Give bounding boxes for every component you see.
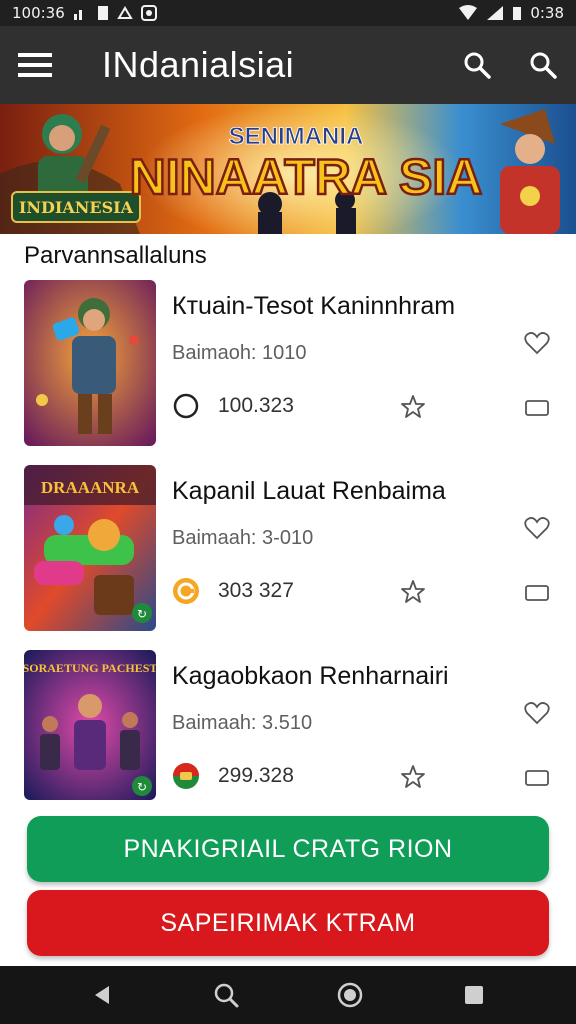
game-stat: 299.328 xyxy=(218,764,294,787)
nav-home-button[interactable] xyxy=(320,966,380,1024)
game-title: Kapanil Lauat Renbaima xyxy=(172,477,446,505)
orange-badge-icon xyxy=(173,578,199,604)
wifi-icon xyxy=(459,5,478,20)
card-icon[interactable] xyxy=(524,583,550,603)
game-stat: 100.323 xyxy=(218,394,294,417)
search-icon xyxy=(464,52,491,79)
game-thumbnail[interactable]: DRAAANRA ↻ xyxy=(24,465,156,631)
star-icon[interactable] xyxy=(400,764,426,790)
signal-icon xyxy=(487,6,504,20)
signal-icon xyxy=(73,10,82,20)
hamburger-menu-icon xyxy=(18,53,52,77)
heart-icon[interactable] xyxy=(524,515,550,541)
thumbnail-label: DRAAANRA xyxy=(41,478,140,497)
card-icon[interactable] xyxy=(524,768,550,788)
list-item[interactable]: Ктuain-Tesot Kaninnhram Baimaoh: 1010 10… xyxy=(0,280,576,450)
back-icon xyxy=(95,986,109,1004)
card-icon[interactable] xyxy=(524,398,550,418)
notification-icon xyxy=(117,6,133,19)
system-nav-bar xyxy=(0,966,576,1024)
svg-text:↻: ↻ xyxy=(137,607,147,621)
search-icon xyxy=(214,983,239,1008)
game-title: Kagaobkaon Renharnairi xyxy=(172,662,449,690)
list-item[interactable]: SORAETUNG PACHEST ↻ Kagaobkaon Renharnai… xyxy=(0,650,576,820)
game-title: Ктuain-Tesot Kaninnhram xyxy=(172,292,456,320)
heart-icon[interactable] xyxy=(524,330,550,356)
nav-recents-button[interactable] xyxy=(444,966,504,1024)
game-subtitle: Baimaoh: 1010 xyxy=(172,342,307,364)
secondary-action-button[interactable]: SAPEIRIMAK KTRAM xyxy=(27,890,549,956)
game-thumbnail[interactable] xyxy=(24,280,156,446)
battery-icon xyxy=(513,7,522,20)
app-title: INdanialsiai xyxy=(102,44,295,85)
game-stat: 303 327 xyxy=(218,579,294,602)
status-bar: 100:36 0:38 xyxy=(0,0,576,26)
banner-badge: INDIANESIA xyxy=(19,198,134,217)
primary-action-button[interactable]: PNAKIGRIAIL CRATG RION xyxy=(27,816,549,882)
game-artwork: DRAAANRA ↻ xyxy=(24,465,156,631)
status-clock: 0:38 xyxy=(530,4,564,22)
app-bar: INdanialsiai xyxy=(0,26,576,104)
game-artwork xyxy=(24,280,156,446)
svg-text:↻: ↻ xyxy=(137,780,147,794)
section-title: Parvannsallaluns xyxy=(24,242,207,269)
menu-button[interactable] xyxy=(0,26,70,104)
heart-icon[interactable] xyxy=(524,700,550,726)
star-icon[interactable] xyxy=(400,579,426,605)
recents-icon xyxy=(465,986,483,1004)
nav-back-button[interactable] xyxy=(72,966,132,1024)
star-icon[interactable] xyxy=(400,394,426,420)
game-thumbnail[interactable]: SORAETUNG PACHEST ↻ xyxy=(24,650,156,800)
thumbnail-label: SORAETUNG PACHEST xyxy=(24,661,156,675)
list-item[interactable]: DRAAANRA ↻ Kapanil Lauat Renbaima Baimaa… xyxy=(0,465,576,635)
banner-artwork: INDIANESIA SENIMANIA NINAATRA SIA xyxy=(0,104,576,234)
home-icon xyxy=(337,982,363,1008)
search-button-secondary[interactable] xyxy=(510,26,576,104)
promo-banner[interactable]: INDIANESIA SENIMANIA NINAATRA SIA xyxy=(0,104,576,234)
nav-search-button[interactable] xyxy=(196,966,256,1024)
game-subtitle: Baimaah: 3.510 xyxy=(172,712,313,734)
banner-tagline: SENIMANIA xyxy=(229,123,364,150)
battery-icon xyxy=(97,6,108,20)
game-subtitle: Baimaah: 3-010 xyxy=(172,527,314,549)
game-artwork: SORAETUNG PACHEST ↻ xyxy=(24,650,156,800)
search-button[interactable] xyxy=(444,26,510,104)
flag-badge-icon xyxy=(173,763,199,789)
circle-outline-icon xyxy=(173,393,199,419)
status-time: 100:36 xyxy=(12,4,65,22)
search-icon xyxy=(530,52,557,79)
app-icon xyxy=(140,5,157,21)
banner-headline: NINAATRA SIA xyxy=(130,149,483,205)
